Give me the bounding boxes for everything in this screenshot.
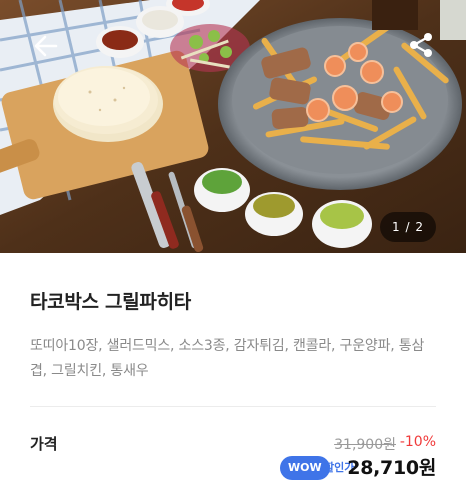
product-image-carousel[interactable]: 1 / 2: [0, 0, 466, 253]
product-info: 타코박스 그릴파히타 또띠아10장, 샐러드믹스, 소스3종, 감자튀김, 캔콜…: [0, 287, 466, 490]
arrow-left-icon: [34, 35, 58, 57]
product-description: 또띠아10장, 샐러드믹스, 소스3종, 감자튀김, 캔콜라, 구운양파, 통삼…: [30, 338, 425, 379]
share-button[interactable]: [406, 30, 436, 60]
discount-rate: -10%: [399, 434, 436, 450]
price-label: 가격: [30, 435, 58, 453]
divider: [30, 406, 436, 407]
price-section: 가격 31,900원 -10% WOW 할인가 28,710원: [30, 433, 436, 490]
share-icon: [410, 33, 432, 57]
original-price: 31,900원: [334, 437, 396, 453]
wow-badge: WOW: [280, 456, 330, 480]
final-price: 28,710원: [347, 457, 436, 479]
product-title: 타코박스 그릴파히타: [30, 291, 191, 313]
back-button[interactable]: [30, 30, 62, 62]
image-pager-indicator: 1 / 2: [380, 212, 436, 242]
